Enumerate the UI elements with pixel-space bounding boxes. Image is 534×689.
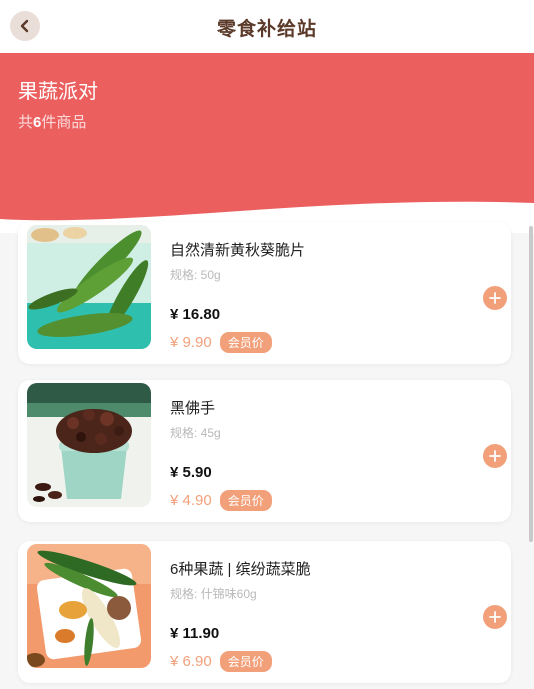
member-badge: 会员价 xyxy=(219,490,272,511)
member-badge: 会员价 xyxy=(219,332,272,353)
plus-icon xyxy=(489,292,501,304)
banner-title: 果蔬派对 xyxy=(18,81,98,103)
member-price: ¥ 6.90 xyxy=(170,653,212,670)
product-price: ¥ 16.80 xyxy=(170,306,221,323)
product-spec: 规格: 50g xyxy=(170,268,221,282)
product-spec: 规格: 45g xyxy=(170,426,221,440)
product-name: 自然清新黄秋葵脆片 xyxy=(170,242,306,259)
product-count: 共6件商品 xyxy=(18,114,87,131)
add-to-cart-button[interactable] xyxy=(483,605,507,629)
plus-icon xyxy=(489,611,501,623)
product-spec: 规格: 什锦味60g xyxy=(170,587,257,601)
category-banner: 果蔬派对 共6件商品 xyxy=(0,53,534,233)
product-name: 6种果蔬 | 缤纷蔬菜脆 xyxy=(170,561,311,578)
plus-icon xyxy=(489,450,501,462)
product-image-mixed-veggie-chips xyxy=(27,544,151,668)
product-price: ¥ 11.90 xyxy=(170,625,220,642)
product-image-black-fingered-citron xyxy=(27,383,151,507)
add-to-cart-button[interactable] xyxy=(483,286,507,310)
product-price: ¥ 5.90 xyxy=(170,464,212,481)
product-image-okra xyxy=(27,225,151,349)
header-bar: 零食补给站 xyxy=(0,0,534,53)
product-card[interactable]: 6种果蔬 | 缤纷蔬菜脆 规格: 什锦味60g ¥ 11.90 ¥ 6.90 会… xyxy=(18,541,511,683)
add-to-cart-button[interactable] xyxy=(483,444,507,468)
member-price: ¥ 4.90 xyxy=(170,492,212,509)
member-price: ¥ 9.90 xyxy=(170,334,212,351)
scrollbar[interactable] xyxy=(529,226,533,542)
member-price-row: ¥ 4.90 会员价 xyxy=(170,490,272,511)
product-name: 黑佛手 xyxy=(170,400,216,417)
member-price-row: ¥ 6.90 会员价 xyxy=(170,651,272,672)
product-card[interactable]: 自然清新黄秋葵脆片 规格: 50g ¥ 16.80 ¥ 9.90 会员价 xyxy=(18,222,511,364)
product-card[interactable]: 黑佛手 规格: 45g ¥ 5.90 ¥ 4.90 会员价 xyxy=(18,380,511,522)
member-price-row: ¥ 9.90 会员价 xyxy=(170,332,272,353)
member-badge: 会员价 xyxy=(219,651,272,672)
page-title: 零食补给站 xyxy=(216,19,317,40)
